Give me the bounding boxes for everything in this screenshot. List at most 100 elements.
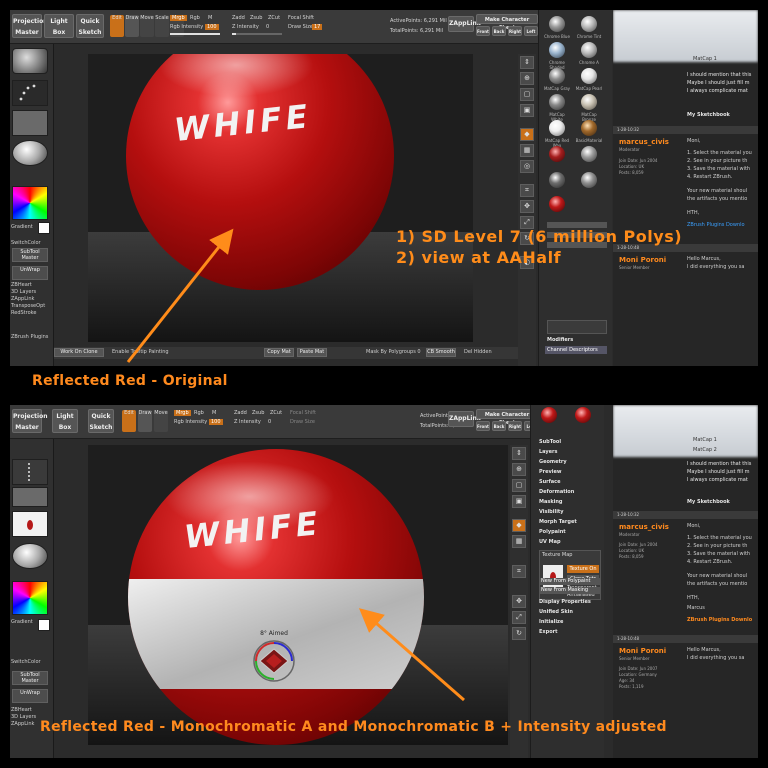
scale-view-icon-2[interactable]: ⤢	[512, 611, 526, 624]
aa-half-icon[interactable]: ▣	[520, 104, 534, 117]
rgb-intensity-value-2[interactable]: 100	[209, 419, 223, 425]
actual-size-icon[interactable]: ▢	[520, 88, 534, 101]
material-swatch-7[interactable]	[581, 94, 597, 110]
mask-by-polygroups-label[interactable]: Mask By Polygroups 0	[366, 349, 421, 355]
menu-subtool[interactable]: SubTool	[539, 439, 601, 445]
quick-sketch-button-2[interactable]: Quick Sketch	[88, 409, 114, 433]
standard-brush-icon-2[interactable]	[12, 459, 48, 485]
copy-mat-button[interactable]: Copy Mat	[264, 348, 294, 357]
menu-export[interactable]: Export	[539, 629, 601, 635]
rgb-intensity-value[interactable]: 100	[205, 24, 219, 30]
move-view-icon-2[interactable]: ✥	[512, 595, 526, 608]
material-swatch-active[interactable]	[549, 196, 565, 212]
edit-button-2[interactable]: Edit	[122, 410, 136, 432]
menu-display-properties[interactable]: Display Properties	[539, 599, 601, 605]
unwrap-button[interactable]: UnWrap	[12, 266, 48, 280]
frame-icon-2[interactable]: ⌗	[512, 565, 526, 578]
material-swatch-19[interactable]	[549, 172, 565, 188]
texture-thumb[interactable]	[543, 565, 563, 589]
menu-initialize[interactable]: Initialize	[539, 619, 601, 625]
menu-visibility[interactable]: Visibility	[539, 509, 601, 515]
right-view-button[interactable]: Right	[508, 26, 522, 36]
work-on-clone-button[interactable]: Work On Clone	[54, 348, 104, 357]
move-button-2[interactable]: Move	[154, 410, 168, 432]
rgb-toggle-2[interactable]: Rgb	[194, 410, 204, 416]
tool-thumb-2[interactable]	[575, 407, 591, 423]
rgb-toggle[interactable]: Rgb	[190, 15, 200, 21]
quick-sketch-button[interactable]: Quick Sketch	[76, 14, 104, 38]
rotate-view-icon-2[interactable]: ↻	[512, 627, 526, 640]
front-view-button-2[interactable]: Front	[476, 421, 490, 431]
aa-half-icon-2[interactable]: ▣	[512, 495, 526, 508]
texture-on-button[interactable]: Texture On	[567, 565, 599, 573]
draw-button-2[interactable]: Draw	[138, 410, 152, 432]
switch-color-label[interactable]: SwitchColor	[11, 240, 51, 246]
left-view-button[interactable]: Left	[524, 26, 538, 36]
new-from-polypaint-button[interactable]: New From Polypaint	[539, 578, 601, 585]
actual-size-icon-2[interactable]: ▢	[512, 479, 526, 492]
zapplink-button[interactable]: ZAppLink	[448, 16, 481, 32]
material-swatch-3[interactable]	[581, 42, 597, 58]
draw-size-label-2[interactable]: Draw Size	[290, 419, 315, 425]
zcut-toggle[interactable]: ZCut	[268, 15, 280, 21]
scroll-icon[interactable]: ⇕	[520, 56, 534, 69]
draw-button[interactable]: Draw	[125, 15, 139, 37]
channel-descriptors-button[interactable]: Channel Descriptors	[545, 346, 607, 354]
plugin-redstroke[interactable]: RedStroke	[11, 310, 51, 316]
material-swatch-8[interactable]	[549, 120, 565, 136]
mrgb-toggle[interactable]: Mrgb	[170, 15, 187, 21]
cb-smooth-button[interactable]: CB Smooth	[426, 348, 456, 357]
forum-username-1-b[interactable]: marcus_civis	[619, 523, 669, 531]
floor-icon-2[interactable]: ▦	[512, 535, 526, 548]
material-swatch-20[interactable]	[581, 172, 597, 188]
material-swatch-2[interactable]	[549, 42, 565, 58]
mrgb-toggle-2[interactable]: Mrgb	[174, 410, 191, 416]
plugin-zbheart[interactable]: ZBHeart	[11, 282, 51, 288]
right-view-button-2[interactable]: Right	[508, 421, 522, 431]
menu-surface[interactable]: Surface	[539, 479, 601, 485]
plugins-download-link-b[interactable]: ZBrush Plugins Downlo	[687, 617, 752, 623]
z-intensity-slider[interactable]	[232, 33, 282, 35]
new-from-masking-button[interactable]: New From Masking	[539, 587, 601, 594]
texture-map-title[interactable]: Texture Map	[542, 552, 572, 558]
material-swatch-9[interactable]	[581, 120, 597, 136]
plugin-3d-layers[interactable]: 3D Layers	[11, 289, 51, 295]
persp-icon[interactable]: ◆	[520, 128, 534, 141]
secondary-color-swatch[interactable]	[38, 222, 50, 234]
zsub-toggle[interactable]: Zsub	[250, 15, 262, 21]
menu-preview[interactable]: Preview	[539, 469, 601, 475]
make-character-sheet-button[interactable]: Make Character Sheet	[476, 14, 538, 31]
draw-size-label[interactable]: Draw Size	[288, 24, 313, 30]
canvas-viewport-2[interactable]: WHIFE 8° Aimed	[88, 445, 508, 745]
make-character-sheet-button-2[interactable]: Make Character Sheet	[476, 409, 538, 426]
menu-unified-skin[interactable]: Unified Skin	[539, 609, 601, 615]
alpha-off-icon[interactable]	[12, 110, 48, 136]
move-view-icon[interactable]: ✥	[520, 200, 534, 213]
enable-tooltip-label[interactable]: Enable Tooltip Painting	[112, 349, 169, 355]
projection-master-button-2[interactable]: Projection Master	[12, 409, 47, 433]
menu-geometry[interactable]: Geometry	[539, 459, 601, 465]
rgb-intensity-slider[interactable]	[170, 33, 220, 35]
material-swatch-15[interactable]	[581, 146, 597, 162]
zoom-icon[interactable]: ⊕	[520, 72, 534, 85]
my-sketchbook-link[interactable]: My Sketchbook	[687, 112, 730, 118]
my-sketchbook-link-b[interactable]: My Sketchbook	[687, 499, 730, 505]
texture-icon-2[interactable]	[12, 511, 48, 537]
forum-username-1[interactable]: marcus_civis	[619, 138, 669, 146]
focal-shift-label-2[interactable]: Focal Shift	[290, 410, 316, 416]
menu-masking[interactable]: Masking	[539, 499, 601, 505]
material-swatch-12[interactable]	[549, 146, 565, 162]
menu-polypaint[interactable]: Polypaint	[539, 529, 601, 535]
zsub-toggle-2[interactable]: Zsub	[252, 410, 264, 416]
modifiers-label[interactable]: Modifiers	[547, 337, 609, 343]
local-icon[interactable]: ◎	[520, 160, 534, 173]
projection-master-button[interactable]: Projection Master	[12, 14, 47, 38]
material-swatch-1[interactable]	[581, 16, 597, 32]
scroll-icon-2[interactable]: ⇕	[512, 447, 526, 460]
zapplink-button-2[interactable]: ZAppLink	[448, 411, 481, 427]
m-toggle-2[interactable]: M	[212, 410, 216, 416]
focal-shift-label[interactable]: Focal Shift	[288, 15, 314, 21]
draw-size-value[interactable]: 17	[312, 24, 323, 30]
color-picker[interactable]	[12, 186, 48, 220]
plugin-zbheart-2[interactable]: ZBHeart	[11, 707, 51, 713]
